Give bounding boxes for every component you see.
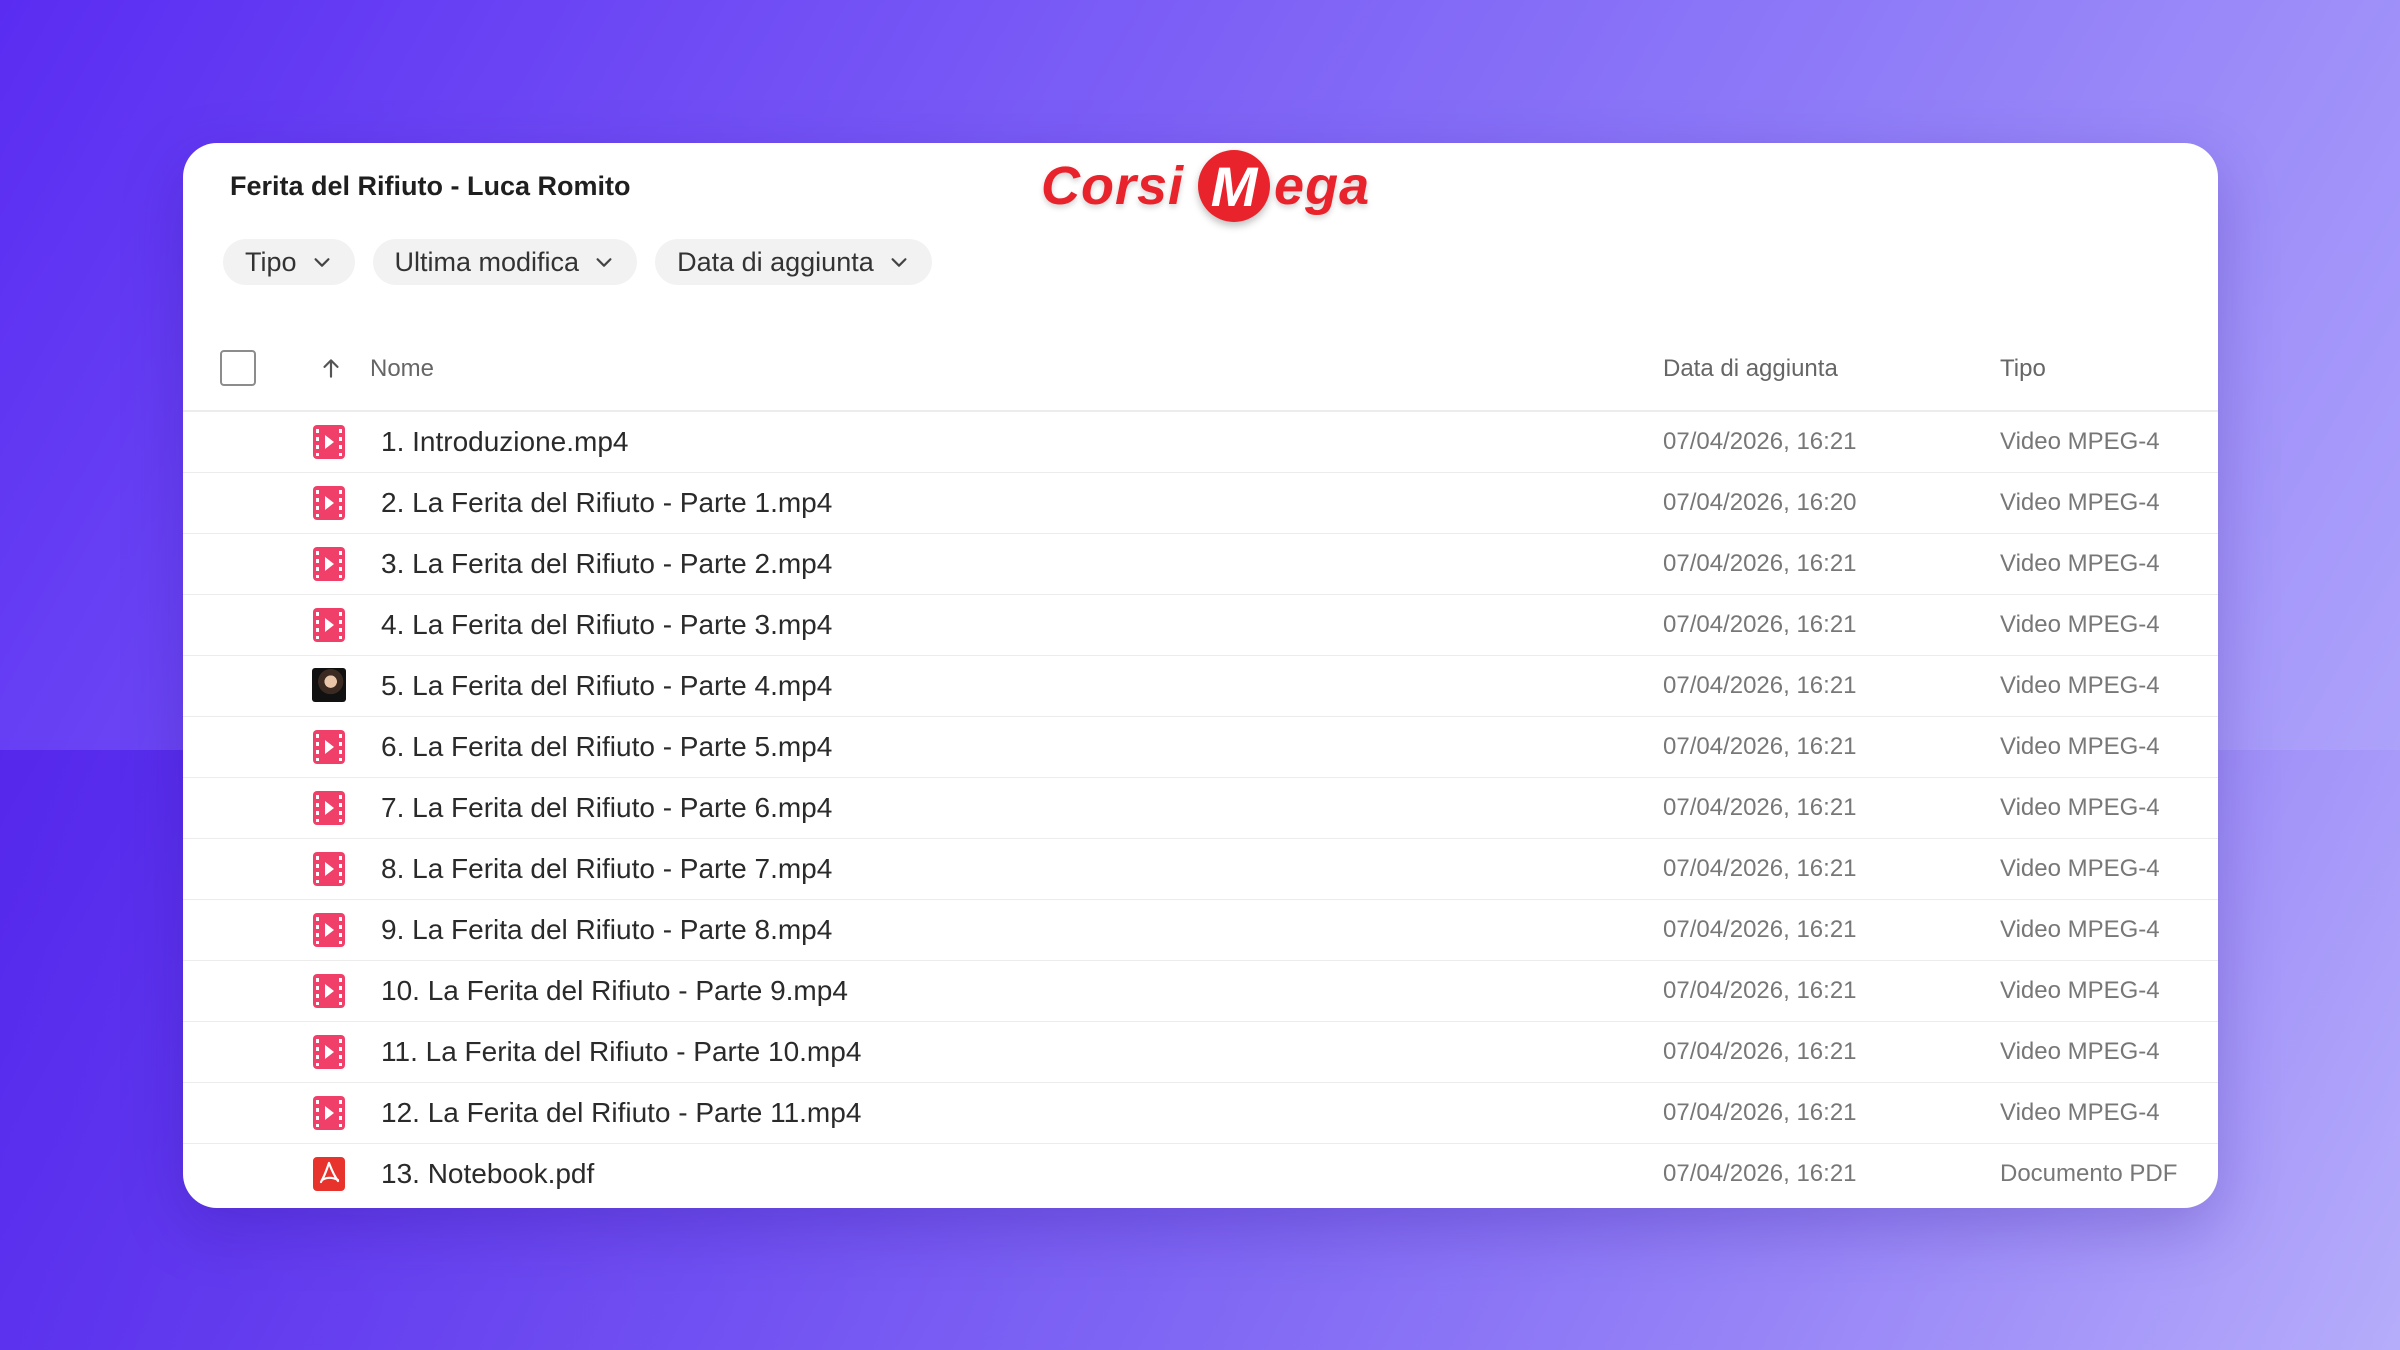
file-type: Video MPEG-4 — [2000, 733, 2160, 760]
table-row[interactable]: 6. La Ferita del Rifiuto - Parte 5.mp4 07… — [183, 716, 2218, 777]
column-header-type[interactable]: Tipo — [2000, 355, 2046, 383]
table-row[interactable]: 13. Notebook.pdf 07/04/2026, 16:21 Documen… — [183, 1143, 2218, 1204]
video-file-icon — [313, 1096, 345, 1130]
table-row[interactable]: 7. La Ferita del Rifiuto - Parte 6.mp4 07… — [183, 777, 2218, 838]
chevron-down-icon — [314, 258, 330, 267]
file-date-added: 07/04/2026, 16:21 — [1663, 794, 1857, 821]
filter-date-added-label: Data di aggiunta — [677, 246, 874, 277]
filter-bar: Tipo Ultima modifica Data di aggiunta — [223, 239, 932, 285]
file-date-added: 07/04/2026, 16:21 — [1663, 855, 1857, 882]
video-file-icon — [313, 791, 345, 825]
file-type: Video MPEG-4 — [2000, 1099, 2160, 1126]
file-type: Video MPEG-4 — [2000, 611, 2160, 638]
file-name[interactable]: 9. La Ferita del Rifiuto - Parte 8.mp4 — [381, 914, 832, 946]
file-list: 1. Introduzione.mp4 07/04/2026, 16:21 Vide… — [183, 410, 2218, 1204]
video-thumbnail — [312, 668, 346, 702]
file-name[interactable]: 8. La Ferita del Rifiuto - Parte 7.mp4 — [381, 853, 832, 885]
file-date-added: 07/04/2026, 16:21 — [1663, 1160, 1857, 1187]
table-row[interactable]: 1. Introduzione.mp4 07/04/2026, 16:21 Vide… — [183, 410, 2218, 472]
folder-title: Ferita del Rifiuto - Luca Romito — [230, 171, 631, 201]
file-type: Video MPEG-4 — [2000, 1038, 2160, 1065]
table-row[interactable]: 5. La Ferita del Rifiuto - Parte 4.mp4 07… — [183, 655, 2218, 716]
video-file-icon — [313, 547, 345, 581]
file-type: Video MPEG-4 — [2000, 916, 2160, 943]
pdf-file-icon — [313, 1157, 345, 1191]
brand-logo-suffix: ega — [1274, 156, 1371, 216]
file-type: Video MPEG-4 — [2000, 672, 2160, 699]
table-row[interactable]: 3. La Ferita del Rifiuto - Parte 2.mp4 07… — [183, 533, 2218, 594]
column-header-date-added[interactable]: Data di aggiunta — [1663, 355, 1838, 383]
table-header: Nome Data di aggiunta Tipo — [183, 333, 2218, 413]
file-type: Video MPEG-4 — [2000, 855, 2160, 882]
video-file-icon — [313, 852, 345, 886]
table-row[interactable]: 10. La Ferita del Rifiuto - Parte 9.mp4 0… — [183, 960, 2218, 1021]
table-row[interactable]: 4. La Ferita del Rifiuto - Parte 3.mp4 07… — [183, 594, 2218, 655]
file-date-added: 07/04/2026, 16:21 — [1663, 1099, 1857, 1126]
chevron-down-icon — [891, 258, 907, 267]
table-row[interactable]: 12. La Ferita del Rifiuto - Parte 11.mp4… — [183, 1082, 2218, 1143]
filter-last-modified-label: Ultima modifica — [394, 246, 580, 277]
table-row[interactable]: 2. La Ferita del Rifiuto - Parte 1.mp4 07… — [183, 472, 2218, 533]
filter-type-label: Tipo — [245, 246, 297, 277]
filter-date-added-chip[interactable]: Data di aggiunta — [655, 239, 932, 285]
file-date-added: 07/04/2026, 16:21 — [1663, 733, 1857, 760]
file-type: Video MPEG-4 — [2000, 428, 2160, 455]
file-date-added: 07/04/2026, 16:21 — [1663, 550, 1857, 577]
file-type: Documento PDF — [2000, 1160, 2178, 1187]
file-name[interactable]: 13. Notebook.pdf — [381, 1158, 594, 1190]
filter-type-chip[interactable]: Tipo — [223, 239, 355, 285]
video-file-icon — [313, 1035, 345, 1069]
file-name[interactable]: 7. La Ferita del Rifiuto - Parte 6.mp4 — [381, 792, 832, 824]
file-name[interactable]: 5. La Ferita del Rifiuto - Parte 4.mp4 — [381, 670, 832, 702]
file-date-added: 07/04/2026, 16:21 — [1663, 916, 1857, 943]
arrow-up-icon[interactable] — [318, 355, 344, 381]
file-name[interactable]: 3. La Ferita del Rifiuto - Parte 2.mp4 — [381, 548, 832, 580]
table-row[interactable]: 8. La Ferita del Rifiuto - Parte 7.mp4 07… — [183, 838, 2218, 899]
file-type: Video MPEG-4 — [2000, 977, 2160, 1004]
select-all-checkbox[interactable] — [220, 350, 256, 386]
video-file-icon — [313, 425, 345, 459]
column-header-name[interactable]: Nome — [370, 355, 434, 383]
brand-logo: Corsi M ega — [1041, 145, 1370, 227]
file-name[interactable]: 11. La Ferita del Rifiuto - Parte 10.mp4 — [381, 1036, 861, 1068]
video-file-icon — [313, 486, 345, 520]
file-name[interactable]: 4. La Ferita del Rifiuto - Parte 3.mp4 — [381, 609, 832, 641]
file-date-added: 07/04/2026, 16:21 — [1663, 611, 1857, 638]
brand-logo-m: M — [1198, 150, 1271, 222]
chevron-down-icon — [596, 258, 612, 267]
file-type: Video MPEG-4 — [2000, 550, 2160, 577]
file-type: Video MPEG-4 — [2000, 489, 2160, 516]
video-file-icon — [313, 730, 345, 764]
file-name[interactable]: 2. La Ferita del Rifiuto - Parte 1.mp4 — [381, 487, 832, 519]
file-type: Video MPEG-4 — [2000, 794, 2160, 821]
file-name[interactable]: 12. La Ferita del Rifiuto - Parte 11.mp4 — [381, 1097, 861, 1129]
filter-last-modified-chip[interactable]: Ultima modifica — [372, 239, 638, 285]
file-name[interactable]: 10. La Ferita del Rifiuto - Parte 9.mp4 — [381, 975, 848, 1007]
video-file-icon — [313, 913, 345, 947]
file-date-added: 07/04/2026, 16:21 — [1663, 1038, 1857, 1065]
file-date-added: 07/04/2026, 16:21 — [1663, 672, 1857, 699]
file-name[interactable]: 6. La Ferita del Rifiuto - Parte 5.mp4 — [381, 731, 832, 763]
file-browser-window: Ferita del Rifiuto - Luca Romito Corsi M… — [183, 143, 2218, 1208]
video-file-icon — [313, 974, 345, 1008]
video-file-icon — [313, 608, 345, 642]
file-date-added: 07/04/2026, 16:20 — [1663, 489, 1857, 516]
brand-logo-prefix: Corsi — [1041, 156, 1185, 216]
file-date-added: 07/04/2026, 16:21 — [1663, 428, 1857, 455]
file-date-added: 07/04/2026, 16:21 — [1663, 977, 1857, 1004]
table-row[interactable]: 9. La Ferita del Rifiuto - Parte 8.mp4 07… — [183, 899, 2218, 960]
table-row[interactable]: 11. La Ferita del Rifiuto - Parte 10.mp4… — [183, 1021, 2218, 1082]
file-name[interactable]: 1. Introduzione.mp4 — [381, 426, 629, 458]
